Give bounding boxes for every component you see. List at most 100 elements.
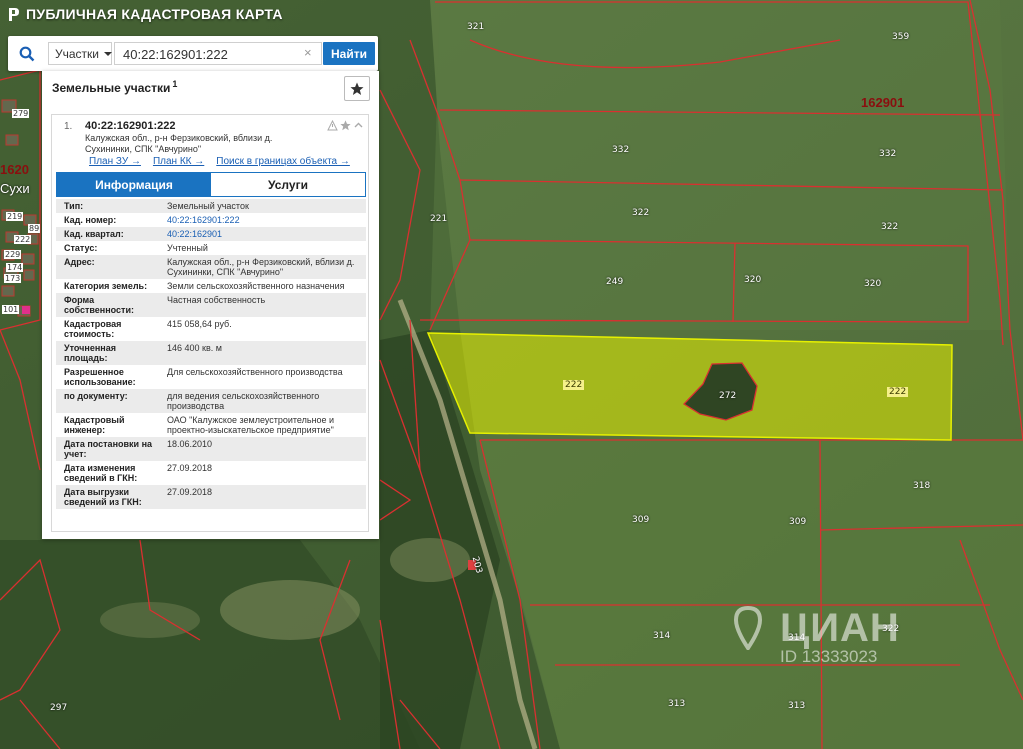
parcel-label: 313 <box>788 701 806 711</box>
app-logo-icon <box>9 7 19 21</box>
parcel-label: 320 <box>744 275 762 285</box>
selected-parcel[interactable] <box>426 332 953 441</box>
clear-icon[interactable]: × <box>304 45 312 60</box>
result-index: 1. <box>64 121 73 132</box>
house-label: 219 <box>6 212 24 221</box>
search-toggle-button[interactable] <box>8 36 46 71</box>
attr-key: Дата постановки на учет: <box>56 437 159 461</box>
parcel-label-selected: 222 <box>563 380 585 390</box>
house-label: 89 <box>28 224 41 233</box>
search-type-select[interactable]: Участки <box>48 42 112 65</box>
parcel-label: 297 <box>50 703 68 713</box>
parcel-label: 272 <box>719 391 737 401</box>
parcel-label: 313 <box>668 699 686 709</box>
attr-value: Учтенный <box>167 243 208 253</box>
village-label: Сухи <box>0 181 30 196</box>
table-row: Кад. номер: 40:22:162901:222 <box>56 213 366 227</box>
parcel-label: 314 <box>653 631 671 641</box>
watermark-brand: ЦИАН <box>780 606 900 650</box>
favorites-button[interactable] <box>344 76 370 101</box>
attr-key: по документу: <box>56 389 159 413</box>
attr-value: 27.09.2018 <box>159 485 366 509</box>
table-row: Кадастровый инженер: ОАО "Калужское земле… <box>56 413 366 437</box>
table-row: Уточненная площадь: 146 400 кв. м <box>56 341 366 365</box>
table-row: Статус: Учтенный <box>56 241 366 255</box>
table-row: Кадастровая стоимость: 415 058,64 руб. <box>56 317 366 341</box>
link-search-in-bounds[interactable]: Поиск в границах объекта → <box>216 156 350 167</box>
attr-value: для ведения сельскохозяйственного произв… <box>159 389 366 413</box>
warning-icon[interactable] <box>327 120 338 131</box>
table-row: Тип: Земельный участок <box>56 199 366 213</box>
parcel-label: 309 <box>789 517 807 527</box>
result-card: 1. 40:22:162901:222 Калужская обл., р-н … <box>51 114 369 532</box>
house-marker <box>22 306 30 314</box>
attr-value: Для сельскохозяйственного производства <box>167 367 343 377</box>
attr-key: Кадастровая стоимость: <box>64 319 122 339</box>
attr-key: Кад. номер: <box>64 215 117 225</box>
table-row: Форма собственности: Частная собственност… <box>56 293 366 317</box>
parcel-label: 332 <box>879 149 897 159</box>
parcel-label: 318 <box>913 481 931 491</box>
result-tabs: Информация Услуги <box>56 172 366 197</box>
attr-value: 27.09.2018 <box>167 463 213 473</box>
app-header: ПУБЛИЧНАЯ КАДАСТРОВАЯ КАРТА <box>8 6 283 22</box>
attr-value-link[interactable]: 40:22:162901:222 <box>159 213 366 227</box>
star-icon <box>350 82 364 95</box>
table-row: Адрес: Калужская обл., р-н Ферзиковский, … <box>56 255 366 279</box>
tab-information[interactable]: Информация <box>57 173 211 196</box>
attr-key: Дата изменения сведений в ГКН: <box>64 463 138 483</box>
attr-value: Калужская обл., р-н Ферзиковский, вблизи… <box>159 255 366 279</box>
attr-value: 146 400 кв. м <box>159 341 366 365</box>
parcel-label: 322 <box>881 222 899 232</box>
result-cadastral-number[interactable]: 40:22:162901:222 <box>85 120 176 132</box>
parcel-label: 332 <box>612 145 630 155</box>
attr-value-link[interactable]: 40:22:162901 <box>159 227 366 241</box>
attr-value: 415 058,64 руб. <box>167 319 232 329</box>
attr-value: Земельный участок <box>159 199 366 213</box>
tab-services[interactable]: Услуги <box>211 173 365 196</box>
table-row: Кад. квартал: 40:22:162901 <box>56 227 366 241</box>
panel-heading-text: Земельные участки <box>52 81 171 95</box>
field <box>430 0 1010 330</box>
quarter-label: 162901 <box>861 95 905 110</box>
pin-icon <box>733 606 763 650</box>
house-label: 173 <box>4 274 22 283</box>
search-input[interactable]: 40:22:162901:222 <box>114 42 322 65</box>
result-actions <box>327 120 364 131</box>
attributes-table: Тип: Земельный участок Кад. номер: 40:22:1… <box>56 199 366 509</box>
attr-key: Разрешенное использование: <box>64 367 136 387</box>
watermark: ЦИАН ID 13333023 <box>728 606 900 667</box>
house-label: 101 <box>2 305 20 314</box>
house-label: 229 <box>4 250 22 259</box>
result-address: Калужская обл., р-н Ферзиковский, вблизи… <box>85 133 273 154</box>
house-label: 174 <box>6 263 24 272</box>
result-count: 1 <box>172 79 178 89</box>
parcel-label: 249 <box>606 277 624 287</box>
table-row: по документу: для ведения сельскохозяйств… <box>56 389 366 413</box>
search-submit-button[interactable]: Найти <box>323 42 375 65</box>
link-plan-zu[interactable]: План ЗУ → <box>89 156 141 167</box>
field <box>480 440 1023 749</box>
attr-value: 18.06.2010 <box>159 437 366 461</box>
chevron-up-icon[interactable] <box>353 120 364 131</box>
link-plan-kk[interactable]: План КК → <box>153 156 204 167</box>
star-icon[interactable] <box>340 120 351 131</box>
parcel-label: 321 <box>467 22 485 32</box>
attr-value: Частная собственность <box>159 293 366 317</box>
attr-key: Статус: <box>64 243 98 253</box>
panel-heading: Земельные участки 1 <box>52 79 177 95</box>
attr-key: Дата выгрузки сведений из ГКН: <box>56 485 159 509</box>
parcel-label: 320 <box>864 279 882 289</box>
attr-key: Кад. квартал: <box>56 227 159 241</box>
attr-key: Уточненная площадь: <box>56 341 159 365</box>
chevron-down-icon <box>104 51 112 56</box>
table-row: Дата постановки на учет: 18.06.2010 <box>56 437 366 461</box>
quarter-label-left: 1620 <box>0 162 29 177</box>
search-icon <box>19 46 35 61</box>
parcel-label-selected: 222 <box>887 387 909 397</box>
result-links: План ЗУ → План КК → Поиск в границах объ… <box>89 156 350 167</box>
table-row: Разрешенное использование: Для сельскохоз… <box>56 365 366 389</box>
attr-value: ОАО "Калужское землеустроительное и прое… <box>167 415 335 435</box>
search-bar: Участки 40:22:162901:222 × Найти <box>8 36 378 71</box>
attr-value: Земли сельскохозяйственного назначения <box>167 281 345 291</box>
